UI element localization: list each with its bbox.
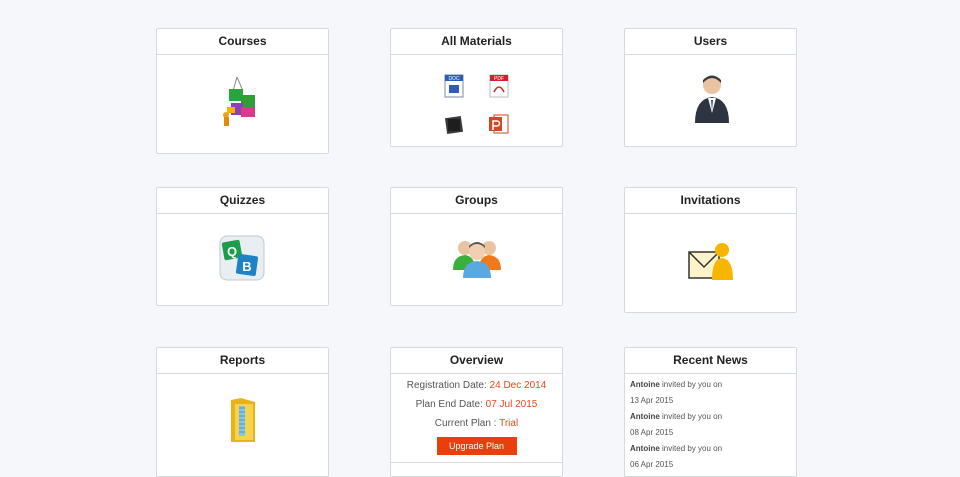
news-user-name[interactable]: Antoine [630, 444, 660, 453]
groups-card[interactable]: Groups [390, 187, 563, 306]
news-item: Antoine invited by you on [625, 377, 796, 393]
invitation-envelope-icon [688, 243, 733, 280]
reports-title: Reports [157, 348, 328, 374]
courses-title: Courses [157, 29, 328, 55]
invitations-card[interactable]: Invitations [624, 187, 797, 313]
plan-end-date-label: Plan End Date: [415, 399, 483, 410]
quiz-bank-icon: Q B [219, 235, 265, 281]
user-icon [695, 75, 729, 123]
all-materials-title: All Materials [391, 29, 562, 55]
registration-date-value: 24 Dec 2014 [489, 380, 547, 391]
groups-title: Groups [391, 188, 562, 214]
svg-text:B: B [242, 259, 251, 274]
news-text: invited by you on [662, 444, 723, 453]
powerpoint-file-icon [489, 114, 509, 134]
news-text: invited by you on [662, 412, 723, 421]
video-file-icon [444, 115, 464, 135]
pdf-file-icon: PDF [489, 74, 509, 98]
news-date: 06 Apr 2015 [630, 460, 674, 469]
svg-text:Q: Q [227, 244, 237, 259]
overview-card: Overview Registration Date: 24 Dec 2014 … [390, 347, 563, 477]
quizzes-title: Quizzes [157, 188, 328, 214]
plan-end-date-value: 07 Jul 2015 [485, 399, 538, 410]
overview-divider [391, 462, 562, 463]
reports-card[interactable]: Reports [156, 347, 329, 477]
overview-title: Overview [391, 348, 562, 374]
invitations-title: Invitations [625, 188, 796, 214]
news-user-name[interactable]: Antoine [630, 380, 660, 389]
quizzes-card[interactable]: Quizzes Q B [156, 187, 329, 306]
news-item: Antoine invited by you on [625, 441, 796, 457]
current-plan-value: Trial [499, 418, 519, 429]
news-date: 08 Apr 2015 [630, 428, 674, 437]
registration-date-label: Registration Date: [406, 380, 487, 391]
puzzle-icon [223, 77, 255, 126]
recent-news-card: Recent News Antoine invited by you on 13… [624, 347, 797, 477]
users-card[interactable]: Users [624, 28, 797, 147]
news-text: invited by you on [662, 380, 723, 389]
current-plan-row: Current Plan : Trial [391, 414, 562, 433]
registration-date-row: Registration Date: 24 Dec 2014 [391, 376, 562, 395]
svg-text:DOC: DOC [448, 76, 460, 82]
news-date: 13 Apr 2015 [630, 396, 674, 405]
news-item: Antoine invited by you on [625, 409, 796, 425]
current-plan-label: Current Plan : [434, 418, 497, 429]
recent-news-title: Recent News [625, 348, 796, 374]
report-folder-icon [231, 398, 255, 442]
group-icon [453, 241, 501, 278]
courses-card[interactable]: Courses [156, 28, 329, 154]
news-user-name[interactable]: Antoine [630, 412, 660, 421]
doc-file-icon: DOC [444, 74, 464, 98]
upgrade-plan-button[interactable]: Upgrade Plan [436, 437, 517, 455]
all-materials-card[interactable]: All Materials DOC PDF [390, 28, 563, 147]
plan-end-date-row: Plan End Date: 07 Jul 2015 [391, 395, 562, 414]
svg-text:PDF: PDF [494, 76, 504, 82]
users-title: Users [625, 29, 796, 55]
